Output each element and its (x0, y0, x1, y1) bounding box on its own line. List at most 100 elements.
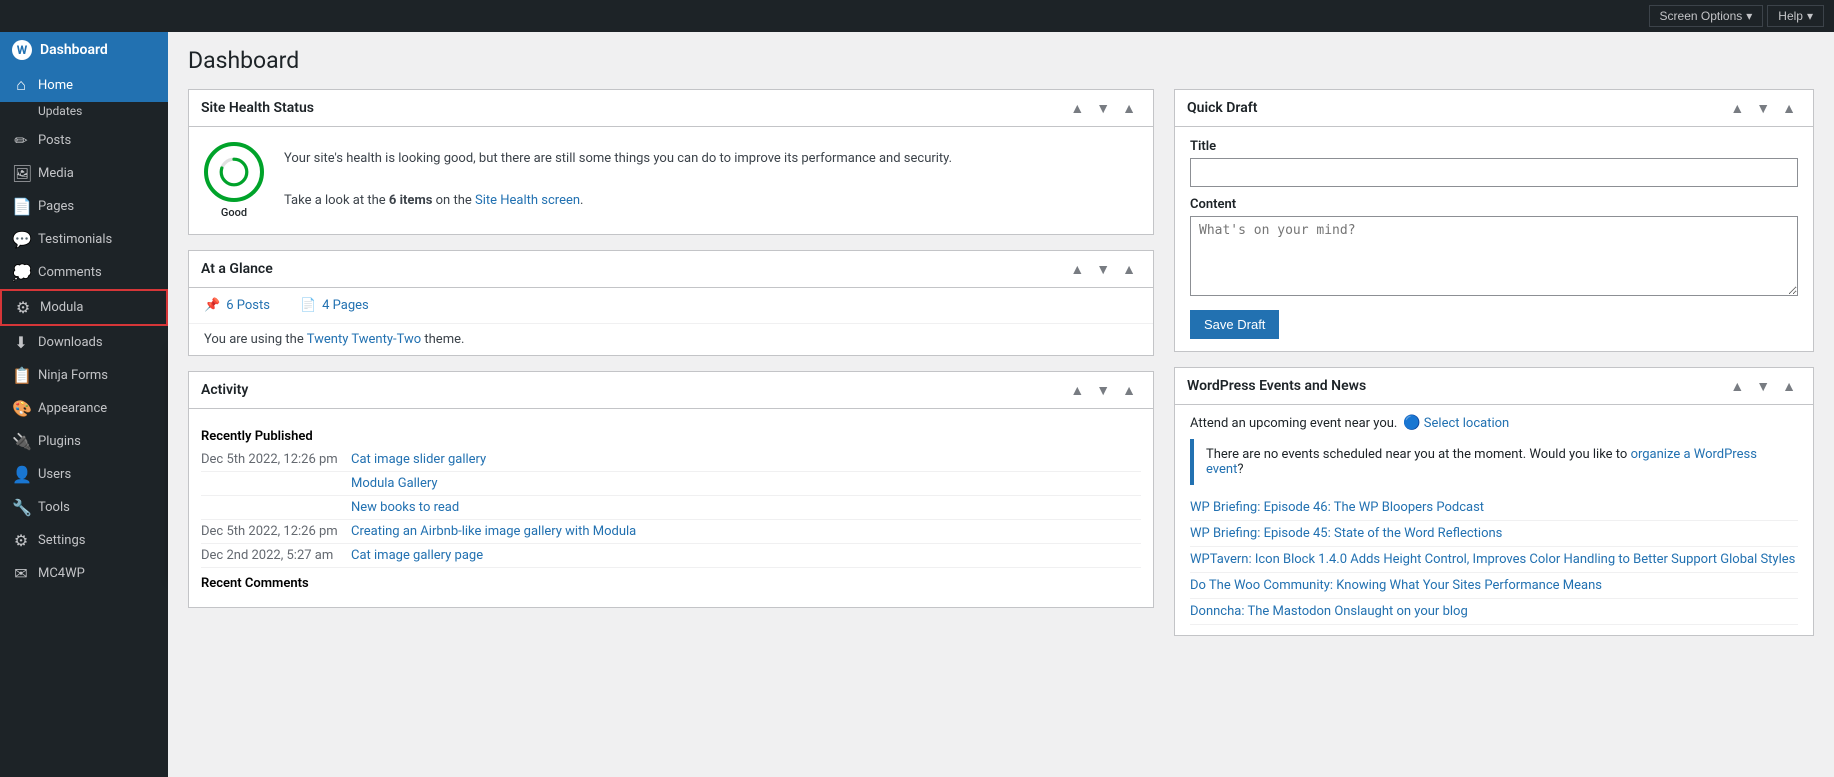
health-items-intro: Take a look at the 6 items on the Site H… (284, 193, 583, 208)
modula-icon: ⚙ (14, 298, 32, 317)
health-description: Your site's health is looking good, but … (284, 149, 952, 211)
mc4wp-icon: ✉ (12, 564, 30, 583)
sidebar-item-posts[interactable]: ✏ Posts (0, 124, 168, 157)
draft-content-textarea[interactable] (1190, 216, 1798, 296)
wp-events-close[interactable]: ▲ (1777, 376, 1801, 396)
wp-events-widget: WordPress Events and News ▲ ▼ ▲ Attend a… (1174, 367, 1814, 636)
activity-date-0: Dec 5th 2022, 12:26 pm (201, 452, 341, 467)
at-a-glance-widget: At a Glance ▲ ▼ ▲ 📌 6 Posts (188, 250, 1154, 356)
screen-options-label: Screen Options (1660, 9, 1743, 23)
news-item-0: WP Briefing: Episode 46: The WP Bloopers… (1190, 495, 1798, 521)
help-button[interactable]: Help ▾ (1767, 5, 1824, 27)
theme-link[interactable]: Twenty Twenty-Two (307, 332, 421, 347)
news-link-1[interactable]: WP Briefing: Episode 45: State of the Wo… (1190, 526, 1502, 541)
select-location-link[interactable]: 🔵 Select location (1403, 415, 1509, 431)
glance-collapse-up[interactable]: ▲ (1065, 259, 1089, 279)
activity-link-0[interactable]: Cat image slider gallery (351, 452, 486, 467)
sidebar-item-tools[interactable]: 🔧 Tools (0, 491, 168, 524)
no-events-box: There are no events scheduled near you a… (1190, 439, 1798, 485)
quick-draft-collapse-up[interactable]: ▲ (1725, 98, 1749, 118)
sidebar-item-appearance[interactable]: 🎨 Appearance (0, 392, 168, 425)
draft-title-input[interactable] (1190, 158, 1798, 187)
site-health-collapse-down[interactable]: ▼ (1091, 98, 1115, 118)
activity-item-0: Dec 5th 2022, 12:26 pm Cat image slider … (201, 448, 1141, 472)
wp-events-title: WordPress Events and News (1187, 378, 1366, 394)
wp-events-collapse-up[interactable]: ▲ (1725, 376, 1749, 396)
sidebar-item-updates[interactable]: Updates (0, 102, 168, 124)
sidebar-item-label-appearance: Appearance (38, 401, 107, 416)
health-circle-svg (218, 156, 250, 188)
news-link-4[interactable]: Donncha: The Mastodon Onslaught on your … (1190, 604, 1468, 619)
activity-item-4: Dec 2nd 2022, 5:27 am Cat image gallery … (201, 544, 1141, 568)
posts-count-link[interactable]: 6 Posts (226, 298, 270, 313)
site-health-body: Good Your site's health is looking good,… (189, 127, 1153, 234)
site-health-widget: Site Health Status ▲ ▼ ▲ (188, 89, 1154, 235)
sidebar-item-pages[interactable]: 📄 Pages (0, 190, 168, 223)
posts-stat: 📌 6 Posts (204, 298, 270, 313)
pages-stat: 📄 4 Pages (300, 298, 369, 313)
sidebar-item-label-comments: Comments (38, 265, 102, 280)
site-health-title: Site Health Status (201, 100, 314, 116)
comments-icon: 💭 (12, 263, 30, 282)
quick-draft-body: Title Content Save Draft (1175, 127, 1813, 351)
content-label: Content (1190, 197, 1798, 212)
wordpress-icon: W (12, 40, 32, 60)
news-link-0[interactable]: WP Briefing: Episode 46: The WP Bloopers… (1190, 500, 1484, 515)
sidebar-updates-label: Updates (38, 104, 82, 118)
sidebar-item-home[interactable]: ⌂ Home (0, 68, 168, 102)
pages-count-link[interactable]: 4 Pages (322, 298, 369, 313)
glance-close[interactable]: ▲ (1117, 259, 1141, 279)
sidebar-item-settings[interactable]: ⚙ Settings (0, 524, 168, 557)
sidebar-item-media[interactable]: 🖼 Media (0, 157, 168, 190)
screen-options-chevron: ▾ (1746, 9, 1752, 23)
sidebar-item-label-home: Home (38, 78, 73, 93)
glance-theme: You are using the Twenty Twenty-Two them… (189, 323, 1153, 355)
sidebar-logo-text: Dashboard (40, 42, 108, 58)
activity-link-1[interactable]: Modula Gallery (351, 476, 438, 491)
news-link-3[interactable]: Do The Woo Community: Knowing What Your … (1190, 578, 1602, 593)
at-a-glance-controls: ▲ ▼ ▲ (1065, 259, 1141, 279)
quick-draft-close[interactable]: ▲ (1777, 98, 1801, 118)
sidebar-item-comments[interactable]: 💭 Comments (0, 256, 168, 289)
site-health-collapse-up[interactable]: ▲ (1065, 98, 1089, 118)
health-desc-text: Your site's health is looking good, but … (284, 151, 952, 166)
location-dot-icon: 🔵 (1403, 415, 1420, 431)
posts-icon: ✏ (12, 131, 30, 150)
recently-published-label: Recently Published (201, 421, 1141, 448)
news-item-1: WP Briefing: Episode 45: State of the Wo… (1190, 521, 1798, 547)
sidebar-item-mc4wp[interactable]: ✉ MC4WP (0, 557, 168, 590)
at-a-glance-stats: 📌 6 Posts 📄 4 Pages (189, 288, 1153, 323)
activity-link-2[interactable]: New books to read (351, 500, 459, 515)
sidebar-item-testimonials[interactable]: 💬 Testimonials (0, 223, 168, 256)
sidebar-item-downloads[interactable]: ⬇ Downloads (0, 326, 168, 359)
save-draft-button[interactable]: Save Draft (1190, 310, 1279, 339)
events-subtitle-text: Attend an upcoming event near you. (1190, 416, 1397, 431)
activity-collapse-up[interactable]: ▲ (1065, 380, 1089, 400)
activity-title: Activity (201, 382, 248, 398)
site-health-close[interactable]: ▲ (1117, 98, 1141, 118)
activity-link-3[interactable]: Creating an Airbnb-like image gallery wi… (351, 524, 636, 539)
users-icon: 👤 (12, 465, 30, 484)
site-health-header: Site Health Status ▲ ▼ ▲ (189, 90, 1153, 127)
sidebar-item-ninja-forms[interactable]: 📋 Ninja Forms (0, 359, 168, 392)
sidebar-item-plugins[interactable]: 🔌 Plugins (0, 425, 168, 458)
quick-draft-collapse-down[interactable]: ▼ (1751, 98, 1775, 118)
quick-draft-controls: ▲ ▼ ▲ (1725, 98, 1801, 118)
sidebar-item-users[interactable]: 👤 Users (0, 458, 168, 491)
wp-events-collapse-down[interactable]: ▼ (1751, 376, 1775, 396)
quick-draft-title: Quick Draft (1187, 100, 1257, 116)
sidebar-logo[interactable]: W Dashboard (0, 32, 168, 68)
downloads-icon: ⬇ (12, 333, 30, 352)
news-item-2: WPTavern: Icon Block 1.4.0 Adds Height C… (1190, 547, 1798, 573)
activity-close[interactable]: ▲ (1117, 380, 1141, 400)
sidebar-item-modula[interactable]: ⚙ Modula (0, 289, 168, 326)
news-link-2[interactable]: WPTavern: Icon Block 1.4.0 Adds Height C… (1190, 552, 1795, 567)
sidebar-item-label-modula: Modula (40, 300, 84, 315)
site-health-link[interactable]: Site Health screen (475, 193, 580, 208)
glance-collapse-down[interactable]: ▼ (1091, 259, 1115, 279)
screen-options-button[interactable]: Screen Options ▾ (1649, 5, 1764, 27)
tools-icon: 🔧 (12, 498, 30, 517)
activity-link-4[interactable]: Cat image gallery page (351, 548, 483, 563)
sidebar-item-label-testimonials: Testimonials (38, 232, 112, 247)
activity-collapse-down[interactable]: ▼ (1091, 380, 1115, 400)
